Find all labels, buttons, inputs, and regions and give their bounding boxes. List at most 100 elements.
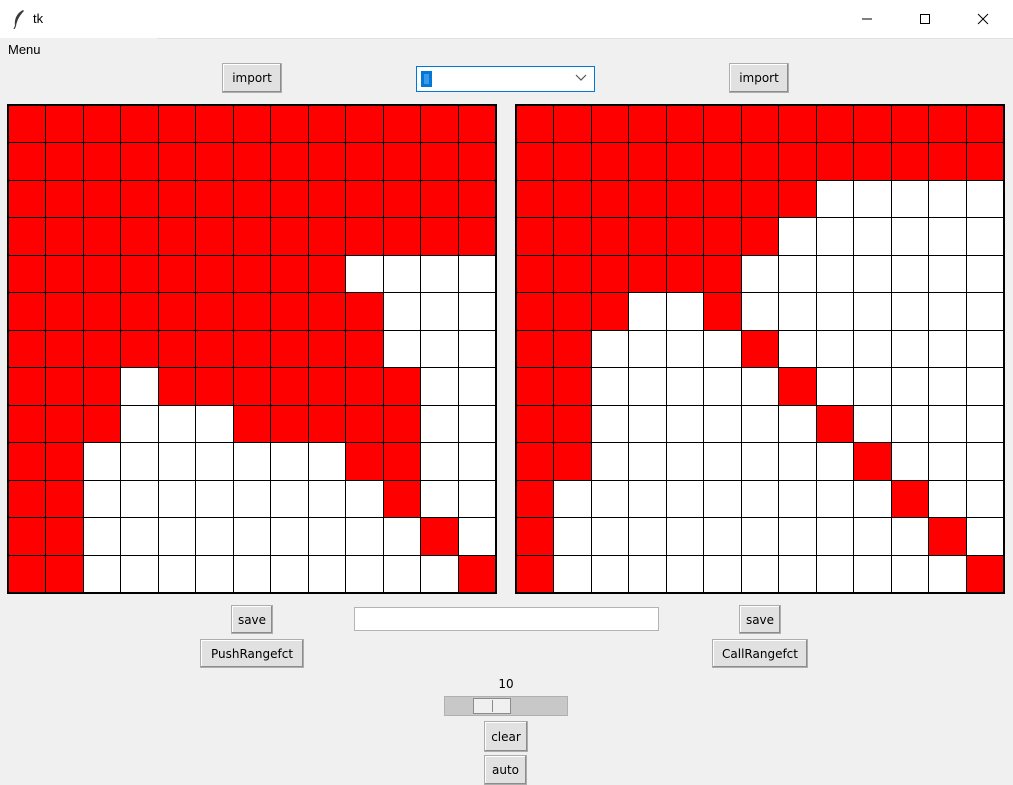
left-grid-cell[interactable]	[195, 292, 234, 331]
left-grid-cell[interactable]	[195, 479, 234, 519]
right-grid-cell[interactable]	[965, 517, 1005, 556]
left-grid-cell[interactable]	[157, 292, 197, 331]
left-grid-cell[interactable]	[7, 479, 47, 519]
right-grid-cell[interactable]	[890, 554, 930, 594]
left-grid-cell[interactable]	[82, 479, 122, 519]
left-grid-cell[interactable]	[382, 479, 422, 519]
right-grid-cell[interactable]	[778, 254, 817, 294]
left-grid-cell[interactable]	[7, 179, 47, 219]
left-grid-cell[interactable]	[382, 217, 422, 256]
right-grid-cell[interactable]	[515, 367, 555, 406]
left-grid-cell[interactable]	[195, 554, 234, 594]
left-grid-cell[interactable]	[157, 367, 197, 406]
left-grid-cell[interactable]	[457, 217, 497, 256]
right-grid-cell[interactable]	[740, 217, 780, 256]
right-grid-cell[interactable]	[515, 517, 555, 556]
right-grid-cell[interactable]	[740, 404, 780, 444]
left-grid-cell[interactable]	[120, 104, 159, 144]
right-grid-cell[interactable]	[553, 554, 592, 594]
left-grid-cell[interactable]	[420, 442, 459, 481]
right-grid-cell[interactable]	[778, 292, 817, 331]
right-grid-cell[interactable]	[703, 479, 742, 519]
left-grid-cell[interactable]	[382, 329, 422, 369]
left-grid-cell[interactable]	[157, 329, 197, 369]
left-grid-cell[interactable]	[270, 292, 309, 331]
left-grid-cell[interactable]	[420, 142, 459, 181]
left-grid-cell[interactable]	[345, 217, 384, 256]
right-grid-cell[interactable]	[815, 479, 855, 519]
left-grid-cell[interactable]	[457, 479, 497, 519]
call-rangefct-button[interactable]: CallRangefct	[712, 639, 808, 668]
left-grid-cell[interactable]	[382, 104, 422, 144]
left-grid-cell[interactable]	[232, 254, 272, 294]
left-grid-cell[interactable]	[307, 217, 347, 256]
right-grid-cell[interactable]	[853, 554, 892, 594]
right-grid-cell[interactable]	[928, 554, 967, 594]
right-grid-cell[interactable]	[815, 254, 855, 294]
right-grid-cell[interactable]	[590, 442, 630, 481]
left-grid-cell[interactable]	[345, 104, 384, 144]
left-grid-cell[interactable]	[270, 517, 309, 556]
left-grid-cell[interactable]	[457, 104, 497, 144]
left-grid-cell[interactable]	[270, 404, 309, 444]
right-grid-cell[interactable]	[590, 292, 630, 331]
left-grid-cell[interactable]	[270, 554, 309, 594]
left-grid-cell[interactable]	[82, 554, 122, 594]
left-grid-cell[interactable]	[420, 479, 459, 519]
right-grid-cell[interactable]	[515, 142, 555, 181]
left-grid-cell[interactable]	[382, 367, 422, 406]
right-grid-cell[interactable]	[853, 442, 892, 481]
right-grid-cell[interactable]	[778, 404, 817, 444]
right-grid-cell[interactable]	[740, 104, 780, 144]
right-grid-cell[interactable]	[628, 479, 667, 519]
right-grid-cell[interactable]	[928, 367, 967, 406]
right-grid-cell[interactable]	[628, 217, 667, 256]
left-grid-cell[interactable]	[232, 217, 272, 256]
right-grid-cell[interactable]	[965, 404, 1005, 444]
right-grid-cell[interactable]	[815, 442, 855, 481]
right-grid-cell[interactable]	[703, 554, 742, 594]
right-grid-cell[interactable]	[778, 442, 817, 481]
left-grid-cell[interactable]	[270, 179, 309, 219]
right-grid-cell[interactable]	[928, 517, 967, 556]
left-grid-cell[interactable]	[45, 217, 84, 256]
right-grid-cell[interactable]	[628, 404, 667, 444]
left-grid-cell[interactable]	[382, 179, 422, 219]
right-grid-cell[interactable]	[515, 442, 555, 481]
right-grid-cell[interactable]	[778, 179, 817, 219]
left-grid-cell[interactable]	[307, 292, 347, 331]
right-grid-cell[interactable]	[965, 479, 1005, 519]
right-grid-cell[interactable]	[553, 217, 592, 256]
right-grid-cell[interactable]	[703, 517, 742, 556]
left-grid-cell[interactable]	[345, 442, 384, 481]
right-grid-cell[interactable]	[703, 442, 742, 481]
left-grid-cell[interactable]	[7, 442, 47, 481]
right-grid-cell[interactable]	[815, 104, 855, 144]
left-grid-cell[interactable]	[382, 292, 422, 331]
right-grid-cell[interactable]	[740, 479, 780, 519]
right-grid-cell[interactable]	[853, 104, 892, 144]
left-grid-cell[interactable]	[7, 404, 47, 444]
left-grid-cell[interactable]	[307, 517, 347, 556]
left-grid-cell[interactable]	[45, 367, 84, 406]
left-grid-cell[interactable]	[7, 104, 47, 144]
left-grid-cell[interactable]	[457, 179, 497, 219]
left-grid-cell[interactable]	[420, 104, 459, 144]
left-grid-cell[interactable]	[457, 292, 497, 331]
left-grid-cell[interactable]	[232, 329, 272, 369]
left-grid-cell[interactable]	[382, 404, 422, 444]
right-grid-cell[interactable]	[853, 179, 892, 219]
left-grid-cell[interactable]	[270, 142, 309, 181]
left-grid-cell[interactable]	[45, 554, 84, 594]
left-grid-cell[interactable]	[7, 367, 47, 406]
right-grid-cell[interactable]	[890, 292, 930, 331]
left-grid-cell[interactable]	[270, 329, 309, 369]
left-grid-cell[interactable]	[457, 517, 497, 556]
left-grid-cell[interactable]	[307, 479, 347, 519]
left-grid-cell[interactable]	[307, 367, 347, 406]
left-grid-cell[interactable]	[45, 442, 84, 481]
right-grid-cell[interactable]	[628, 179, 667, 219]
right-grid-cell[interactable]	[515, 329, 555, 369]
right-grid-cell[interactable]	[890, 329, 930, 369]
right-grid-cell[interactable]	[665, 517, 705, 556]
